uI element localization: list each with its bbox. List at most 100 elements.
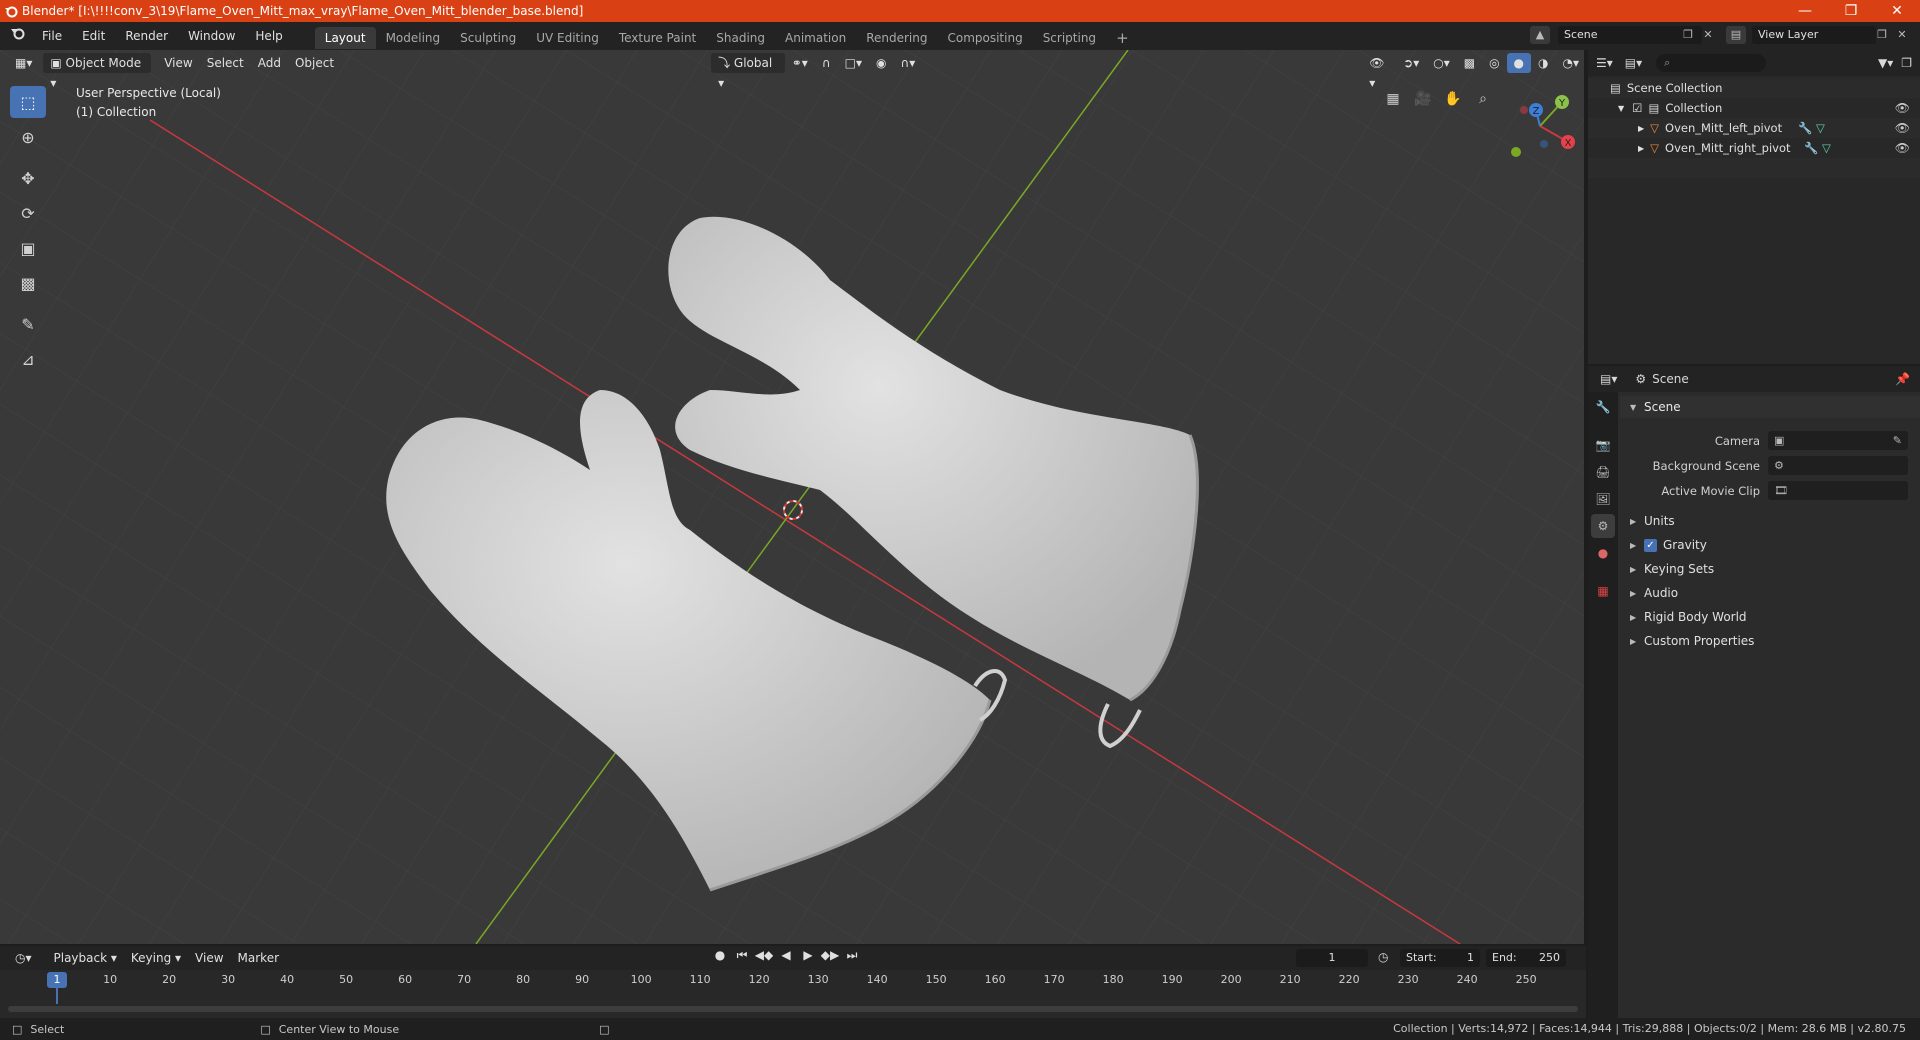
eye-icon[interactable]: 👁 (1895, 118, 1910, 138)
prev-keyframe-icon[interactable]: ◀◆ (754, 948, 774, 963)
tab-compositing[interactable]: Compositing (937, 27, 1032, 49)
background-scene-field[interactable]: ⚙ (1768, 456, 1908, 475)
playhead-line[interactable] (56, 988, 58, 1004)
output-settings-icon[interactable]: 🖨 (1591, 460, 1615, 484)
xray-toggle-icon[interactable]: ▩ (1457, 53, 1482, 73)
viewport-menu-view[interactable]: View (157, 53, 199, 73)
timeline-scrollbar[interactable] (8, 1006, 1578, 1012)
modifier-icon[interactable]: 🔧 (1804, 141, 1818, 155)
new-scene-icon[interactable]: ❐ (1678, 26, 1698, 44)
world-settings-icon[interactable]: ● (1591, 541, 1615, 565)
rigid-body-world-panel[interactable]: ▶ Rigid Body World (1620, 605, 1920, 629)
scene-panel-header[interactable]: ▼ Scene (1620, 396, 1920, 418)
keying-sets-panel[interactable]: ▶ Keying Sets (1620, 557, 1920, 581)
wireframe-shading-icon[interactable]: ◎ (1482, 53, 1506, 73)
close-icon[interactable]: ✕ (1874, 0, 1920, 22)
timeline-menu-view[interactable]: View (188, 948, 230, 968)
tab-uv-editing[interactable]: UV Editing (526, 27, 609, 49)
material-shading-icon[interactable]: ◑ (1531, 53, 1555, 73)
zoom-icon[interactable]: ⌕ (1470, 86, 1496, 112)
gravity-panel[interactable]: ▶ ✓ Gravity (1620, 533, 1920, 557)
pin-icon[interactable]: 📌 (1895, 372, 1910, 386)
annotate-tool-icon[interactable]: ✎ (10, 308, 46, 340)
outliner-collection[interactable]: ▼ ☑ ▤ Collection 👁 (1588, 98, 1920, 118)
properties-editor-icon[interactable]: ▤▾ (1600, 372, 1617, 386)
new-view-layer-icon[interactable]: ❐ (1872, 26, 1892, 44)
measure-tool-icon[interactable]: ⊿ (10, 343, 46, 375)
view-layer-browse-icon[interactable]: ▤ (1726, 26, 1746, 44)
mesh-data-icon[interactable]: ▽ (1822, 141, 1831, 155)
visibility-icon[interactable]: 👁▾ (1362, 53, 1396, 90)
gizmo-neg-x[interactable] (1520, 106, 1528, 114)
tab-scripting[interactable]: Scripting (1033, 27, 1106, 49)
expand-arrow-icon[interactable]: ▼ (1618, 104, 1624, 113)
play-icon[interactable]: ▶ (798, 948, 818, 963)
3d-viewport[interactable]: ▦▾ ▣ Object Mode ▾ View Select Add Objec… (0, 50, 1586, 944)
gizmo-neg-y[interactable] (1511, 147, 1521, 157)
eye-icon[interactable]: 👁 (1895, 98, 1910, 118)
gravity-checkbox[interactable]: ✓ (1644, 538, 1657, 552)
camera-field[interactable]: ▣ ✎ (1768, 431, 1908, 450)
pan-hand-icon[interactable]: ✋ (1440, 86, 1466, 112)
clock-icon[interactable]: ◷ (1378, 950, 1388, 964)
audio-panel[interactable]: ▶ Audio (1620, 581, 1920, 605)
delete-view-layer-icon[interactable]: ✕ (1892, 26, 1912, 44)
viewport-menu-add[interactable]: Add (251, 53, 288, 73)
mesh-data-icon[interactable]: ▽ (1816, 121, 1825, 135)
menu-render[interactable]: Render (115, 22, 178, 50)
snap-target-icon[interactable]: □▾ (838, 53, 869, 73)
modifier-icon[interactable]: 🔧 (1798, 121, 1812, 135)
play-reverse-icon[interactable]: ◀ (776, 948, 796, 963)
gizmo-neg-z[interactable] (1540, 140, 1548, 148)
units-panel[interactable]: ▶ Units (1620, 509, 1920, 533)
menu-help[interactable]: Help (245, 22, 292, 50)
menu-edit[interactable]: Edit (72, 22, 115, 50)
pivot-point-icon[interactable]: ⚭▾ (785, 53, 815, 73)
proportional-edit-icon[interactable]: ◉ (869, 53, 893, 73)
add-workspace-icon[interactable]: + (1106, 27, 1139, 49)
jump-end-icon[interactable]: ⏭ (842, 948, 862, 963)
tab-texture-paint[interactable]: Texture Paint (609, 27, 706, 49)
scale-tool-icon[interactable]: ▣ (10, 232, 46, 264)
viewport-menu-select[interactable]: Select (200, 53, 251, 73)
tab-sculpting[interactable]: Sculpting (450, 27, 526, 49)
custom-properties-panel[interactable]: ▶ Custom Properties (1620, 629, 1920, 653)
filter-icon[interactable]: ▼▾ (1878, 56, 1893, 70)
transform-orientation-dropdown[interactable]: ⤵ Global ▾ (711, 53, 785, 90)
orientation-gizmo[interactable]: X Y Z (1500, 86, 1580, 166)
solid-shading-icon[interactable]: ● (1506, 53, 1532, 73)
blender-menu-icon[interactable] (0, 22, 32, 50)
camera-view-icon[interactable]: 🎥 (1410, 86, 1436, 112)
select-box-icon[interactable]: ⬚ (10, 86, 46, 118)
timeline-menu-playback[interactable]: Playback ▾ (47, 948, 124, 968)
eye-icon[interactable]: 👁 (1895, 138, 1910, 158)
timeline-ruler[interactable]: 1 10 20 30 40 50 60 70 80 90 100 110 120 130 140 150 160… (0, 970, 1586, 1004)
object-mode-dropdown[interactable]: ▣ Object Mode ▾ (43, 53, 152, 90)
menu-window[interactable]: Window (178, 22, 245, 50)
movie-clip-field[interactable]: 🎞 (1768, 481, 1908, 500)
jump-start-icon[interactable]: ⏮ (732, 948, 752, 963)
display-mode-icon[interactable]: ▤▾ (1625, 56, 1642, 70)
tab-rendering[interactable]: Rendering (856, 27, 937, 49)
menu-file[interactable]: File (32, 22, 72, 50)
expand-arrow-icon[interactable]: ▶ (1638, 144, 1644, 153)
delete-scene-icon[interactable]: ✕ (1698, 26, 1718, 44)
cursor-tool-icon[interactable]: ⊕ (10, 121, 46, 153)
outliner-scene-collection[interactable]: ▤ Scene Collection (1588, 78, 1920, 98)
grid-view-icon[interactable]: ▦ (1380, 86, 1406, 112)
expand-arrow-icon[interactable]: ▶ (1638, 124, 1644, 133)
snap-icon[interactable]: ∩ (815, 53, 838, 73)
rotate-tool-icon[interactable]: ⟳ (10, 197, 46, 229)
move-tool-icon[interactable]: ✥ (10, 162, 46, 194)
collection-checkbox[interactable]: ☑ (1632, 101, 1642, 115)
viewport-menu-object[interactable]: Object (288, 53, 341, 73)
outliner-object-left[interactable]: ▶ ▽ Oven_Mitt_left_pivot 🔧 ▽ 👁 (1588, 118, 1920, 138)
tab-shading[interactable]: Shading (706, 27, 775, 49)
outliner-object-right[interactable]: ▶ ▽ Oven_Mitt_right_pivot 🔧 ▽ 👁 (1588, 138, 1920, 158)
view-layer-settings-icon[interactable]: 🖼 (1591, 487, 1615, 511)
new-collection-icon[interactable]: ❐ (1901, 56, 1912, 70)
tab-animation[interactable]: Animation (775, 27, 856, 49)
timeline-menu-marker[interactable]: Marker (231, 948, 286, 968)
end-frame-field[interactable]: End: 250 (1486, 949, 1566, 967)
gizmo-toggle-icon[interactable]: ➲▾ (1396, 53, 1426, 73)
